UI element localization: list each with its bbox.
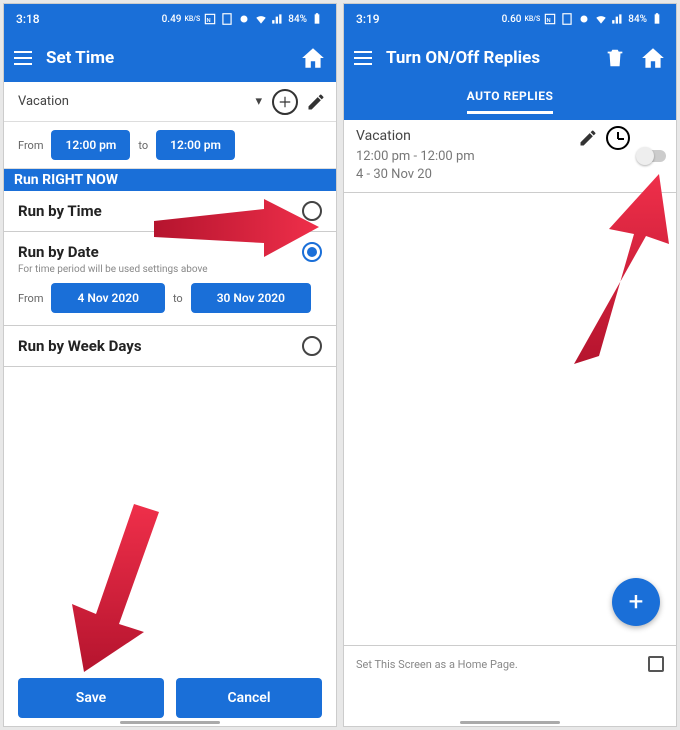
- home-icon[interactable]: [640, 45, 666, 71]
- plus-icon: +: [629, 587, 644, 617]
- from-label: From: [18, 139, 43, 152]
- time-range-row: From 12:00 pm to 12:00 pm: [4, 122, 336, 169]
- tab-auto-replies[interactable]: AUTO REPLIES: [467, 89, 554, 114]
- edit-icon[interactable]: [306, 92, 326, 112]
- wifi-icon: [594, 12, 608, 26]
- radio-unselected[interactable]: [302, 201, 322, 221]
- nav-indicator: [120, 721, 220, 724]
- status-right: 0.60 KB/S N 84%: [502, 12, 664, 26]
- net-speed: 0.49: [162, 14, 182, 25]
- cancel-button[interactable]: Cancel: [176, 678, 322, 718]
- profile-dropdown[interactable]: Vacation ▾: [18, 94, 262, 109]
- run-now-banner[interactable]: Run RIGHT NOW: [4, 169, 336, 191]
- profile-row: Vacation ▾: [4, 82, 336, 122]
- status-bar: 3:18 0.49 KB/S N 84%: [4, 4, 336, 34]
- option-run-by-week[interactable]: Run by Week Days: [4, 326, 336, 367]
- battery-icon: [650, 12, 664, 26]
- status-time: 3:19: [356, 12, 380, 26]
- net-speed: 0.60: [502, 14, 522, 25]
- save-button[interactable]: Save: [18, 678, 164, 718]
- screen-set-time: 3:18 0.49 KB/S N 84% Set Time Vacation ▾…: [3, 3, 337, 727]
- radio-unselected[interactable]: [302, 336, 322, 356]
- bottom-button-bar: Save Cancel: [4, 678, 336, 718]
- reply-date-range: 4 - 30 Nov 20: [356, 166, 664, 184]
- chevron-down-icon: ▾: [255, 94, 262, 109]
- nfc-icon: N: [543, 12, 557, 26]
- net-unit: KB/S: [524, 15, 540, 23]
- reply-time-range: 12:00 pm - 12:00 pm: [356, 148, 664, 166]
- app-bar: Turn ON/Off Replies: [344, 34, 676, 82]
- to-date-chip[interactable]: 30 Nov 2020: [191, 283, 311, 313]
- signal-icon: [271, 12, 285, 26]
- plus-icon: [278, 95, 292, 109]
- home-icon[interactable]: [300, 45, 326, 71]
- to-label: to: [173, 292, 183, 305]
- profile-value: Vacation: [18, 94, 69, 109]
- clock-icon[interactable]: [606, 126, 630, 150]
- page-title: Set Time: [46, 48, 286, 68]
- from-date-chip[interactable]: 4 Nov 2020: [51, 283, 164, 313]
- edit-icon[interactable]: [578, 128, 598, 148]
- option-label: Run by Week Days: [18, 337, 142, 355]
- menu-icon[interactable]: [14, 51, 32, 65]
- add-fab[interactable]: +: [612, 578, 660, 626]
- option-label: Run by Time: [18, 202, 102, 220]
- page-title: Turn ON/Off Replies: [386, 48, 590, 68]
- nav-indicator: [460, 721, 560, 724]
- svg-text:N: N: [547, 18, 551, 24]
- status-bar: 3:19 0.60 KB/S N 84%: [344, 4, 676, 34]
- enable-toggle[interactable]: [638, 150, 666, 162]
- option-run-by-date[interactable]: Run by Date For time period will be used…: [4, 232, 336, 326]
- annotation-arrow-icon: [554, 174, 674, 364]
- annotation-arrow-icon: [64, 504, 174, 674]
- option-hint: For time period will be used settings ab…: [4, 264, 336, 275]
- wifi-icon: [254, 12, 268, 26]
- screen-auto-replies: 3:19 0.60 KB/S N 84% Turn ON/Off Replies…: [343, 3, 677, 727]
- option-label: Run by Date: [18, 243, 99, 261]
- net-unit: KB/S: [184, 15, 200, 23]
- home-page-checkbox[interactable]: [648, 656, 664, 672]
- battery-pct: 84%: [628, 14, 647, 25]
- from-label: From: [18, 292, 43, 305]
- debug-icon: [237, 12, 251, 26]
- to-label: to: [138, 139, 148, 152]
- signal-icon: [611, 12, 625, 26]
- add-profile-button[interactable]: [272, 89, 298, 115]
- battery-pct: 84%: [288, 14, 307, 25]
- app-bar: Set Time: [4, 34, 336, 82]
- nfc-icon: N: [203, 12, 217, 26]
- battery-icon: [310, 12, 324, 26]
- svg-text:N: N: [207, 18, 211, 24]
- home-page-setting-row[interactable]: Set This Screen as a Home Page.: [344, 645, 676, 682]
- radio-selected[interactable]: [302, 242, 322, 262]
- tab-bar: AUTO REPLIES: [344, 82, 676, 120]
- date-range-row: From 4 Nov 2020 to 30 Nov 2020: [4, 275, 336, 325]
- device-icon: [560, 12, 574, 26]
- from-time-chip[interactable]: 12:00 pm: [51, 130, 130, 160]
- status-time: 3:18: [16, 12, 40, 26]
- device-icon: [220, 12, 234, 26]
- option-run-by-time[interactable]: Run by Time: [4, 191, 336, 232]
- debug-icon: [577, 12, 591, 26]
- home-page-label: Set This Screen as a Home Page.: [356, 658, 518, 671]
- menu-icon[interactable]: [354, 51, 372, 65]
- to-time-chip[interactable]: 12:00 pm: [156, 130, 235, 160]
- status-right: 0.49 KB/S N 84%: [162, 12, 324, 26]
- trash-icon[interactable]: [604, 47, 626, 69]
- reply-card[interactable]: Vacation 12:00 pm - 12:00 pm 4 - 30 Nov …: [344, 120, 676, 193]
